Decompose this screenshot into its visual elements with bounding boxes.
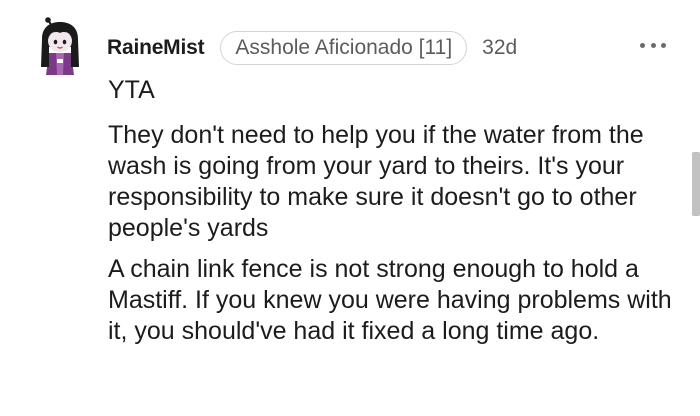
avatar[interactable] xyxy=(36,17,84,77)
comment: RaineMist Asshole Aficionado [11] 32d YT… xyxy=(0,0,700,416)
comment-paragraph: A chain link fence is not strong enough … xyxy=(108,255,672,345)
more-horizontal-icon xyxy=(640,42,645,48)
more-horizontal-icon xyxy=(650,42,656,48)
avatar-icon xyxy=(41,17,79,75)
comment-body: YTA They don't need to help you if the w… xyxy=(108,75,678,347)
comment-paragraph: YTA xyxy=(108,76,155,104)
more-horizontal-icon xyxy=(661,42,666,48)
more-options-button[interactable] xyxy=(640,40,666,50)
comment-paragraph: They don't need to help you if the water… xyxy=(108,121,644,242)
username[interactable]: RaineMist xyxy=(107,36,205,60)
user-flair: Asshole Aficionado [11] xyxy=(220,31,468,65)
scrollbar[interactable] xyxy=(692,152,700,216)
comment-header: RaineMist Asshole Aficionado [11] 32d xyxy=(107,30,517,66)
comment-age: 32d xyxy=(482,36,518,59)
